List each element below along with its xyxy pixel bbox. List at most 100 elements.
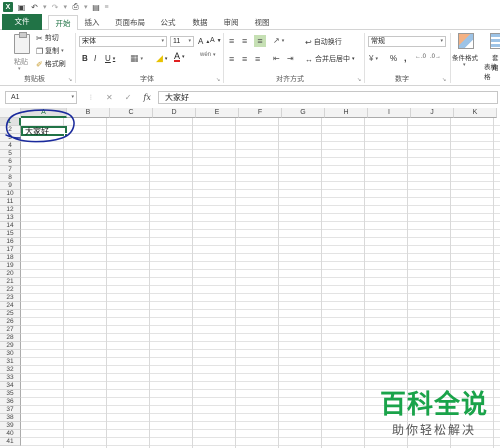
row-header-13[interactable]: 13	[0, 214, 21, 222]
format-painter-button[interactable]: ✐ 格式刷	[36, 59, 66, 69]
column-header-e[interactable]: E	[196, 108, 239, 118]
phonetic-button[interactable]: wén ▾	[200, 52, 216, 58]
align-left-button[interactable]: ≡	[229, 54, 234, 64]
decrease-decimal-button[interactable]: .0→	[430, 54, 441, 60]
paste-dropdown-icon[interactable]: ▾	[18, 66, 21, 72]
print-preview-icon[interactable]: ⎙	[71, 2, 80, 12]
row-header-11[interactable]: 11	[0, 198, 21, 206]
bold-button[interactable]: B	[82, 54, 88, 63]
row-header-39[interactable]: 39	[0, 422, 21, 430]
row-header-9[interactable]: 9	[0, 182, 21, 190]
form-icon[interactable]: ▤	[92, 3, 101, 12]
percent-button[interactable]: %	[390, 54, 397, 63]
row-header-29[interactable]: 29	[0, 342, 21, 350]
conditional-format-dropdown-icon[interactable]: ▾	[463, 62, 466, 68]
increase-decimal-button[interactable]: ←.0	[415, 54, 426, 60]
row-header-33[interactable]: 33	[0, 374, 21, 382]
decrease-indent-button[interactable]: ⇤	[273, 54, 280, 63]
row-header-6[interactable]: 6	[0, 158, 21, 166]
row-header-41[interactable]: 41	[0, 438, 21, 446]
italic-button[interactable]: I	[94, 54, 96, 63]
conditional-format-icon[interactable]	[458, 33, 474, 49]
enter-icon[interactable]: ✓	[125, 93, 132, 102]
redo-icon[interactable]: ↷	[51, 3, 60, 12]
font-name-select[interactable]: 宋体 ▾	[79, 36, 167, 47]
align-middle-button[interactable]: ≡	[242, 36, 247, 46]
row-header-5[interactable]: 5	[0, 150, 21, 158]
column-header-a[interactable]: A	[21, 108, 67, 118]
row-header-21[interactable]: 21	[0, 278, 21, 286]
row-header-34[interactable]: 34	[0, 382, 21, 390]
increase-indent-button[interactable]: ⇥	[287, 54, 294, 63]
tab-review[interactable]: 审阅	[219, 15, 243, 30]
save-icon[interactable]: ▣	[17, 3, 26, 12]
tab-formulas[interactable]: 公式	[156, 15, 180, 30]
align-top-button[interactable]: ≡	[229, 36, 234, 46]
column-header-b[interactable]: B	[67, 108, 110, 118]
conditional-format-button[interactable]: 条件格式	[452, 52, 478, 62]
paste-icon[interactable]	[14, 32, 30, 54]
cut-button[interactable]: ✂ 剪切	[36, 33, 59, 43]
number-launcher-icon[interactable]: ↘	[442, 77, 446, 83]
row-header-32[interactable]: 32	[0, 366, 21, 374]
column-header-h[interactable]: H	[325, 108, 368, 118]
column-header-k[interactable]: K	[454, 108, 497, 118]
active-cell-a1[interactable]: 大家好	[21, 126, 67, 136]
font-launcher-icon[interactable]: ↘	[216, 77, 220, 83]
row-header-12[interactable]: 12	[0, 206, 21, 214]
merge-center-button[interactable]: ↔ 合并后居中 ▾	[305, 54, 355, 64]
number-format-select[interactable]: 常规 ▾	[368, 36, 446, 47]
font-color-button[interactable]: A ▾	[174, 52, 185, 62]
row-header-36[interactable]: 36	[0, 398, 21, 406]
tab-file[interactable]: 文件	[2, 14, 42, 30]
row-header-1[interactable]: 1	[0, 118, 21, 126]
align-center-button[interactable]: ≡	[242, 54, 247, 64]
row-header-37[interactable]: 37	[0, 406, 21, 414]
font-size-select[interactable]: 11 ▾	[170, 36, 194, 47]
copy-dropdown-icon[interactable]: ▾	[61, 48, 64, 54]
column-header-d[interactable]: D	[153, 108, 196, 118]
grow-font-button[interactable]: A ▲	[198, 37, 210, 46]
tab-insert[interactable]: 插入	[80, 15, 104, 30]
row-header-4[interactable]: 4	[0, 142, 21, 150]
copy-button[interactable]: ❐ 复制 ▾	[36, 46, 64, 56]
redo-dropdown-icon[interactable]: ▾	[64, 3, 68, 11]
print-dropdown-icon[interactable]: ▾	[84, 3, 88, 11]
row-header-26[interactable]: 26	[0, 318, 21, 326]
tab-view[interactable]: 视图	[250, 15, 274, 30]
column-header-j[interactable]: J	[411, 108, 454, 118]
tab-data[interactable]: 数据	[188, 15, 212, 30]
fill-color-button[interactable]: ◢ ▾	[156, 53, 167, 64]
select-all-corner[interactable]	[0, 108, 21, 118]
row-header-23[interactable]: 23	[0, 294, 21, 302]
row-header-25[interactable]: 25	[0, 310, 21, 318]
insert-function-icon[interactable]: fx	[143, 93, 150, 102]
row-header-38[interactable]: 38	[0, 414, 21, 422]
comma-button[interactable]: ,	[404, 53, 407, 63]
borders-button[interactable]: ▦ ▾	[130, 53, 143, 64]
row-header-24[interactable]: 24	[0, 302, 21, 310]
row-header-31[interactable]: 31	[0, 358, 21, 366]
column-header-f[interactable]: F	[239, 108, 282, 118]
row-header-2[interactable]: 2	[0, 126, 21, 134]
column-header-c[interactable]: C	[110, 108, 153, 118]
tab-home[interactable]: 开始	[48, 15, 78, 30]
formula-input[interactable]: 大家好	[158, 91, 498, 104]
row-header-30[interactable]: 30	[0, 350, 21, 358]
row-header-28[interactable]: 28	[0, 334, 21, 342]
underline-button[interactable]: U ▾	[105, 54, 115, 63]
row-header-40[interactable]: 40	[0, 430, 21, 438]
align-bottom-button[interactable]: ≡	[254, 35, 266, 47]
row-header-18[interactable]: 18	[0, 254, 21, 262]
row-header-17[interactable]: 17	[0, 246, 21, 254]
name-box[interactable]: A1 ▾	[5, 91, 77, 104]
row-header-22[interactable]: 22	[0, 286, 21, 294]
row-header-20[interactable]: 20	[0, 270, 21, 278]
row-header-19[interactable]: 19	[0, 262, 21, 270]
format-as-table-button-line2[interactable]: 表格格	[484, 61, 500, 81]
row-header-8[interactable]: 8	[0, 174, 21, 182]
row-header-7[interactable]: 7	[0, 166, 21, 174]
shrink-font-button[interactable]: A ▼	[210, 37, 222, 44]
orientation-button[interactable]: ↗ ▾	[273, 36, 284, 45]
wrap-text-button[interactable]: ↩ 自动换行	[305, 37, 342, 47]
